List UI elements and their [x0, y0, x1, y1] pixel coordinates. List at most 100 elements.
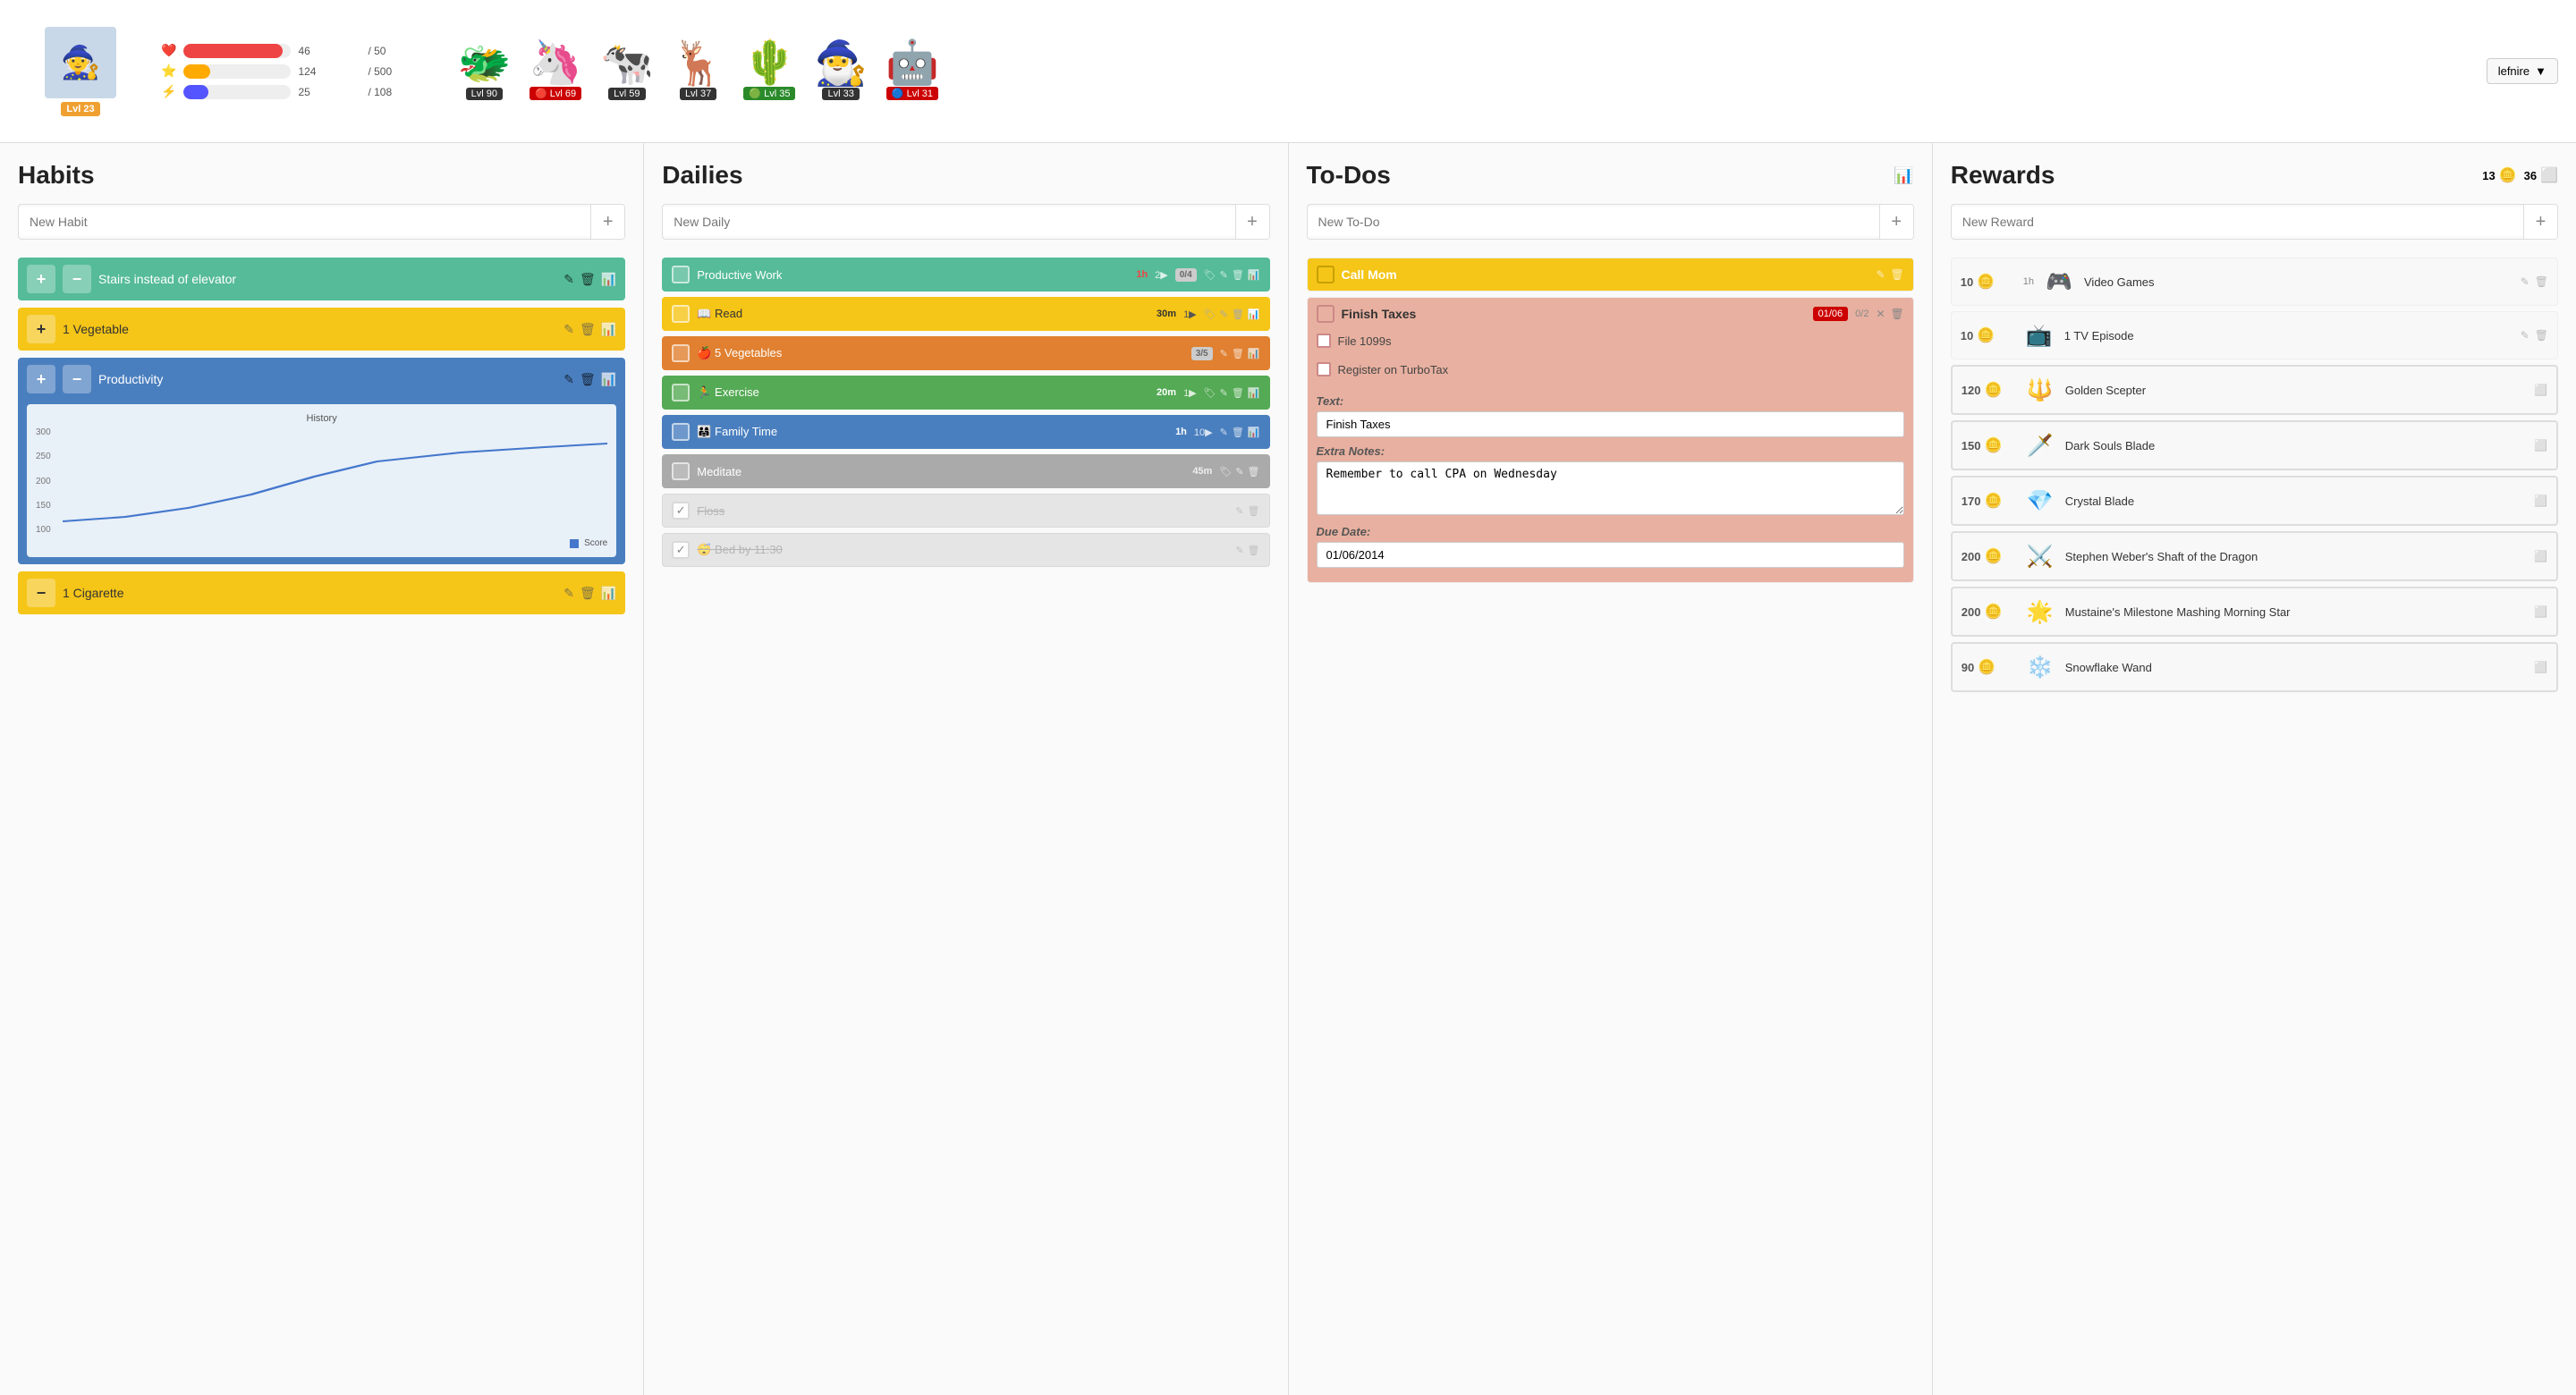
edit-icon-stairs[interactable]: ✎: [564, 272, 574, 287]
daily-checkbox-exercise[interactable]: [672, 384, 690, 402]
reward-cost-milestone: 200 🪙: [1962, 603, 2015, 621]
chart-icon-vegetables[interactable]: 📊: [1248, 348, 1260, 359]
chart-icon-todos[interactable]: 📊: [1894, 166, 1913, 185]
new-reward-input[interactable]: [1952, 207, 2523, 236]
xp-label: 124: [298, 65, 360, 78]
purchase-icon-golden[interactable]: ⬜: [2534, 384, 2547, 396]
pet-7: 🤖 🔵 Lvl 31: [886, 42, 939, 100]
delete-icon-family[interactable]: 🗑: [1232, 427, 1244, 438]
habit-plus-stairs[interactable]: +: [27, 265, 55, 293]
tag-icon-exercise[interactable]: 🏷: [1204, 387, 1216, 399]
subtask-checkbox-1099s[interactable]: [1317, 334, 1331, 348]
tag-icon-productive[interactable]: 🏷: [1204, 269, 1216, 281]
edit-icon-productivity[interactable]: ✎: [564, 372, 574, 387]
edit-icon-cigarette[interactable]: ✎: [564, 586, 574, 601]
daily-label-read: 📖 Read: [697, 307, 1149, 321]
reward-actions-dark-souls: ⬜: [2534, 439, 2547, 452]
chart-icon-productivity[interactable]: 📊: [601, 372, 616, 387]
todo-checkbox-call-mom[interactable]: [1317, 266, 1335, 283]
chart-icon-productive[interactable]: 📊: [1248, 269, 1260, 281]
edit-icon-bed[interactable]: ✎: [1235, 545, 1243, 556]
todo-checkbox-taxes[interactable]: [1317, 305, 1335, 323]
new-habit-input[interactable]: [19, 207, 590, 236]
hp-max: / 50: [368, 45, 430, 57]
tag-icon-read[interactable]: 🏷: [1204, 309, 1216, 320]
gold-count: 13 🪙: [2482, 166, 2516, 184]
delete-icon-productive[interactable]: 🗑: [1232, 269, 1244, 281]
daily-checkbox-bed[interactable]: ✓: [672, 541, 690, 559]
tag-icon-meditate[interactable]: 🏷: [1219, 466, 1232, 478]
delete-icon-vegetables[interactable]: 🗑: [1232, 348, 1244, 359]
edit-icon-productive[interactable]: ✎: [1220, 269, 1228, 281]
chart-icon-read[interactable]: 📊: [1248, 309, 1260, 320]
delete-icon-read[interactable]: 🗑: [1232, 309, 1244, 320]
subtask-checkbox-turbotax[interactable]: [1317, 362, 1331, 376]
habit-minus-stairs[interactable]: −: [63, 265, 91, 293]
edit-icon-tv[interactable]: ✎: [2521, 329, 2529, 342]
delete-icon-exercise[interactable]: 🗑: [1232, 387, 1244, 399]
daily-checkbox-floss[interactable]: ✓: [672, 502, 690, 520]
new-daily-input[interactable]: [663, 207, 1234, 236]
chart-icon-exercise[interactable]: 📊: [1248, 387, 1260, 399]
add-todo-button[interactable]: +: [1879, 205, 1913, 239]
delete-icon-bed[interactable]: 🗑: [1248, 545, 1260, 556]
account-section[interactable]: lefnire ▼: [2478, 49, 2567, 93]
reward-coin-icon-vg: 🪙: [1977, 273, 1995, 291]
habit-minus-cigarette[interactable]: −: [27, 579, 55, 607]
purchase-icon-shaft[interactable]: ⬜: [2534, 550, 2547, 562]
purchase-icon-dark-souls[interactable]: ⬜: [2534, 439, 2547, 452]
daily-time-read: 30m: [1157, 309, 1176, 319]
habit-plus-vegetable[interactable]: +: [27, 315, 55, 343]
reward-cost-num-golden: 120: [1962, 384, 1981, 397]
text-field-input[interactable]: [1317, 411, 1904, 437]
delete-icon-stairs[interactable]: 🗑: [580, 272, 596, 287]
chart-icon-stairs[interactable]: 📊: [601, 272, 616, 287]
add-daily-button[interactable]: +: [1235, 205, 1269, 239]
reward-coin-icon-tv: 🪙: [1977, 326, 1995, 344]
edit-icon-meditate[interactable]: ✎: [1235, 466, 1243, 478]
hp-label: 46: [298, 45, 360, 57]
add-reward-button[interactable]: +: [2523, 205, 2557, 239]
purchase-icon-milestone[interactable]: ⬜: [2534, 605, 2547, 618]
add-habit-button[interactable]: +: [590, 205, 624, 239]
daily-checkbox-vegetables[interactable]: [672, 344, 690, 362]
daily-floss: ✓ Floss ✎ 🗑: [662, 494, 1269, 528]
delete-icon-vg[interactable]: 🗑: [2535, 275, 2548, 288]
purchase-icon-snowflake[interactable]: ⬜: [2534, 661, 2547, 673]
delete-icon-vegetable[interactable]: 🗑: [580, 322, 596, 337]
edit-icon-exercise[interactable]: ✎: [1220, 387, 1228, 399]
new-todo-input[interactable]: [1308, 207, 1879, 236]
daily-checkbox-family[interactable]: [672, 423, 690, 441]
habit-plus-productivity[interactable]: +: [27, 365, 55, 393]
delete-icon-taxes[interactable]: 🗑: [1891, 308, 1904, 320]
edit-icon-read[interactable]: ✎: [1220, 309, 1228, 320]
account-dropdown[interactable]: lefnire ▼: [2487, 58, 2558, 84]
notes-field-textarea[interactable]: Remember to call CPA on Wednesday: [1317, 461, 1904, 515]
delete-icon-cigarette[interactable]: 🗑: [580, 586, 596, 601]
delete-icon-meditate[interactable]: 🗑: [1248, 466, 1260, 478]
due-date-input[interactable]: [1317, 542, 1904, 568]
close-icon-taxes[interactable]: ✕: [1876, 308, 1885, 320]
reward-actions-milestone: ⬜: [2534, 605, 2547, 618]
purchase-icon-crystal[interactable]: ⬜: [2534, 495, 2547, 507]
delete-icon-productivity[interactable]: 🗑: [580, 372, 596, 387]
daily-checkbox-read[interactable]: [672, 305, 690, 323]
chart-icon-cigarette[interactable]: 📊: [601, 586, 616, 601]
edit-icon-floss[interactable]: ✎: [1235, 505, 1243, 517]
daily-checkbox-meditate[interactable]: [672, 462, 690, 480]
chart-icon-vegetable[interactable]: 📊: [601, 322, 616, 337]
delete-icon-call-mom[interactable]: 🗑: [1891, 268, 1904, 281]
edit-icon-vg[interactable]: ✎: [2521, 275, 2529, 288]
reward-icon-golden: 🔱: [2024, 374, 2056, 406]
habit-minus-productivity[interactable]: −: [63, 365, 91, 393]
pet-level-1: Lvl 90: [466, 88, 503, 100]
edit-icon-call-mom[interactable]: ✎: [1876, 268, 1885, 281]
edit-icon-family[interactable]: ✎: [1220, 427, 1228, 438]
chart-icon-family[interactable]: 📊: [1248, 427, 1260, 438]
delete-icon-floss[interactable]: 🗑: [1248, 505, 1260, 517]
reward-stephen-shaft: 200 🪙 ⚔️ Stephen Weber's Shaft of the Dr…: [1951, 531, 2558, 581]
edit-icon-vegetable[interactable]: ✎: [564, 322, 574, 337]
daily-checkbox-productive[interactable]: [672, 266, 690, 283]
edit-icon-vegetables[interactable]: ✎: [1220, 348, 1228, 359]
delete-icon-tv[interactable]: 🗑: [2535, 329, 2548, 342]
